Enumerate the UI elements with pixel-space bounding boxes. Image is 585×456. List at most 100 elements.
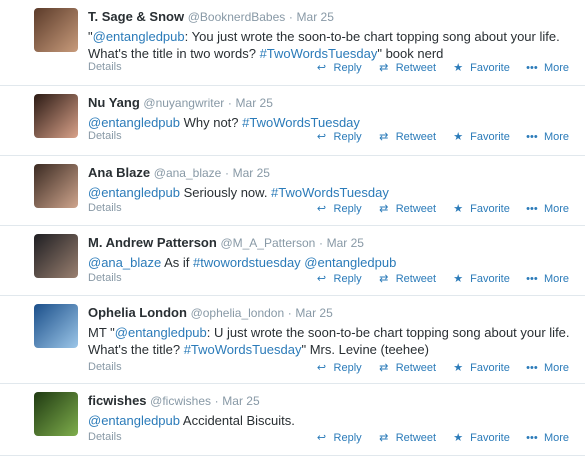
- reply-button[interactable]: ↩ Reply: [315, 361, 362, 375]
- tweet-actions: ↩ Reply ⇄ Retweet ★ Favorite ••• More: [303, 202, 569, 216]
- star-icon: ★: [453, 362, 464, 374]
- retweet-icon: ⇄: [379, 62, 389, 74]
- more-button[interactable]: ••• More: [525, 432, 569, 444]
- reply-button[interactable]: ↩ Reply: [315, 202, 362, 216]
- tweet-text: @entangledpub Why not? #TwoWordsTuesday: [88, 114, 577, 131]
- author-name[interactable]: Nu Yang: [88, 95, 140, 110]
- ellipsis-icon: •••: [526, 131, 538, 143]
- retweet-label: Retweet: [395, 272, 437, 285]
- details-link[interactable]: Details: [88, 431, 122, 443]
- favorite-button[interactable]: ★ Favorite: [451, 61, 510, 75]
- avatar[interactable]: [34, 164, 78, 208]
- tweet[interactable]: M. Andrew Patterson @M_A_Patterson · Mar…: [0, 226, 585, 296]
- avatar[interactable]: [34, 8, 78, 52]
- more-label: More: [543, 273, 569, 285]
- author-handle[interactable]: @BooknerdBabes: [188, 10, 286, 24]
- tweet[interactable]: T. Sage & Snow @BooknerdBabes · Mar 25 "…: [0, 0, 585, 86]
- star-icon: ★: [453, 273, 464, 285]
- tweet[interactable]: Ana Blaze @ana_blaze · Mar 25 @entangled…: [0, 156, 585, 226]
- mention-link[interactable]: @entangledpub: [115, 325, 207, 340]
- avatar[interactable]: [34, 392, 78, 436]
- tweet-content: Ophelia London @ophelia_london · Mar 25 …: [88, 304, 577, 358]
- author-handle[interactable]: @nuyangwriter: [143, 96, 224, 110]
- favorite-button[interactable]: ★ Favorite: [451, 202, 510, 216]
- reply-button[interactable]: ↩ Reply: [315, 61, 362, 75]
- more-button[interactable]: ••• More: [525, 273, 569, 285]
- tweet[interactable]: ficwishes @ficwishes · Mar 25 @entangled…: [0, 384, 585, 456]
- details-link[interactable]: Details: [88, 272, 122, 284]
- author-handle[interactable]: @ficwishes: [150, 394, 211, 408]
- reply-button[interactable]: ↩ Reply: [315, 431, 362, 445]
- reply-icon: ↩: [316, 432, 327, 444]
- tweet-content: M. Andrew Patterson @M_A_Patterson · Mar…: [88, 234, 577, 271]
- mention-link[interactable]: @ana_blaze: [88, 255, 161, 270]
- author-name[interactable]: T. Sage & Snow: [88, 9, 184, 24]
- details-link[interactable]: Details: [88, 361, 122, 373]
- reply-icon: ↩: [316, 131, 327, 143]
- hashtag-link[interactable]: #twowordstuesday: [193, 255, 301, 270]
- retweet-button[interactable]: ⇄ Retweet: [377, 272, 437, 286]
- author-handle[interactable]: @ana_blaze: [154, 166, 222, 180]
- tweet-time[interactable]: Mar 25: [236, 96, 273, 110]
- more-button[interactable]: ••• More: [525, 131, 569, 143]
- more-button[interactable]: ••• More: [525, 203, 569, 215]
- author-name[interactable]: ficwishes: [88, 393, 147, 408]
- favorite-button[interactable]: ★ Favorite: [451, 272, 510, 286]
- retweet-icon: ⇄: [379, 203, 389, 215]
- hashtag-link[interactable]: #TwoWordsTuesday: [260, 46, 378, 61]
- tweet-text: @ana_blaze As if #twowordstuesday @entan…: [88, 254, 577, 271]
- tweet[interactable]: Nu Yang @nuyangwriter · Mar 25 @entangle…: [0, 86, 585, 156]
- details-link[interactable]: Details: [88, 202, 122, 214]
- tweet-time[interactable]: Mar 25: [327, 236, 364, 250]
- tweet-time[interactable]: Mar 25: [295, 306, 332, 320]
- details-link[interactable]: Details: [88, 130, 122, 142]
- avatar[interactable]: [34, 304, 78, 348]
- avatar[interactable]: [34, 94, 78, 138]
- tweet-actions: ↩ Reply ⇄ Retweet ★ Favorite ••• More: [303, 272, 569, 286]
- hashtag-link[interactable]: #TwoWordsTuesday: [184, 342, 302, 357]
- tweet-time[interactable]: Mar 25: [297, 10, 334, 24]
- mention-link[interactable]: @entangledpub: [93, 29, 185, 44]
- mention-link[interactable]: @entangledpub: [304, 255, 396, 270]
- tweet[interactable]: Ophelia London @ophelia_london · Mar 25 …: [0, 296, 585, 384]
- tweet-time[interactable]: Mar 25: [233, 166, 270, 180]
- author-handle[interactable]: @ophelia_london: [191, 306, 285, 320]
- favorite-button[interactable]: ★ Favorite: [451, 361, 510, 375]
- mention-link[interactable]: @entangledpub: [88, 185, 180, 200]
- author-name[interactable]: M. Andrew Patterson: [88, 235, 217, 250]
- separator-dot: ·: [227, 96, 232, 110]
- tweet-actions: ↩ Reply ⇄ Retweet ★ Favorite ••• More: [303, 130, 569, 144]
- tweet-footer: Details ↩ Reply ⇄ Retweet ★ Favorite •••…: [88, 431, 577, 447]
- author-name[interactable]: Ophelia London: [88, 305, 187, 320]
- reply-button[interactable]: ↩ Reply: [315, 272, 362, 286]
- author-name[interactable]: Ana Blaze: [88, 165, 150, 180]
- tweet-actions: ↩ Reply ⇄ Retweet ★ Favorite ••• More: [303, 361, 569, 375]
- details-link[interactable]: Details: [88, 61, 122, 73]
- reply-label: Reply: [333, 61, 362, 74]
- hashtag-link[interactable]: #TwoWordsTuesday: [242, 115, 360, 130]
- retweet-button[interactable]: ⇄ Retweet: [377, 431, 436, 445]
- retweet-button[interactable]: ⇄ Retweet: [377, 202, 437, 216]
- retweet-button[interactable]: ⇄ Retweet: [377, 61, 436, 75]
- star-icon: ★: [453, 131, 464, 143]
- mention-link[interactable]: @entangledpub: [88, 413, 180, 428]
- reply-button[interactable]: ↩ Reply: [315, 130, 362, 144]
- retweet-label: Retweet: [395, 202, 437, 215]
- more-button[interactable]: ••• More: [525, 62, 569, 74]
- hashtag-link[interactable]: #TwoWordsTuesday: [271, 185, 389, 200]
- favorite-button[interactable]: ★ Favorite: [451, 431, 510, 445]
- retweet-label: Retweet: [395, 130, 437, 143]
- avatar[interactable]: [34, 234, 78, 278]
- retweet-button[interactable]: ⇄ Retweet: [377, 130, 437, 144]
- author-handle[interactable]: @M_A_Patterson: [220, 236, 315, 250]
- retweet-icon: ⇄: [379, 131, 389, 143]
- retweet-button[interactable]: ⇄ Retweet: [377, 361, 436, 375]
- separator-dot: ·: [214, 394, 219, 408]
- separator-dot: ·: [288, 10, 293, 24]
- reply-label: Reply: [333, 361, 362, 374]
- tweet-time[interactable]: Mar 25: [222, 394, 259, 408]
- favorite-button[interactable]: ★ Favorite: [451, 130, 510, 144]
- tweet-header: ficwishes @ficwishes · Mar 25: [88, 392, 577, 410]
- mention-link[interactable]: @entangledpub: [88, 115, 180, 130]
- more-button[interactable]: ••• More: [525, 362, 569, 374]
